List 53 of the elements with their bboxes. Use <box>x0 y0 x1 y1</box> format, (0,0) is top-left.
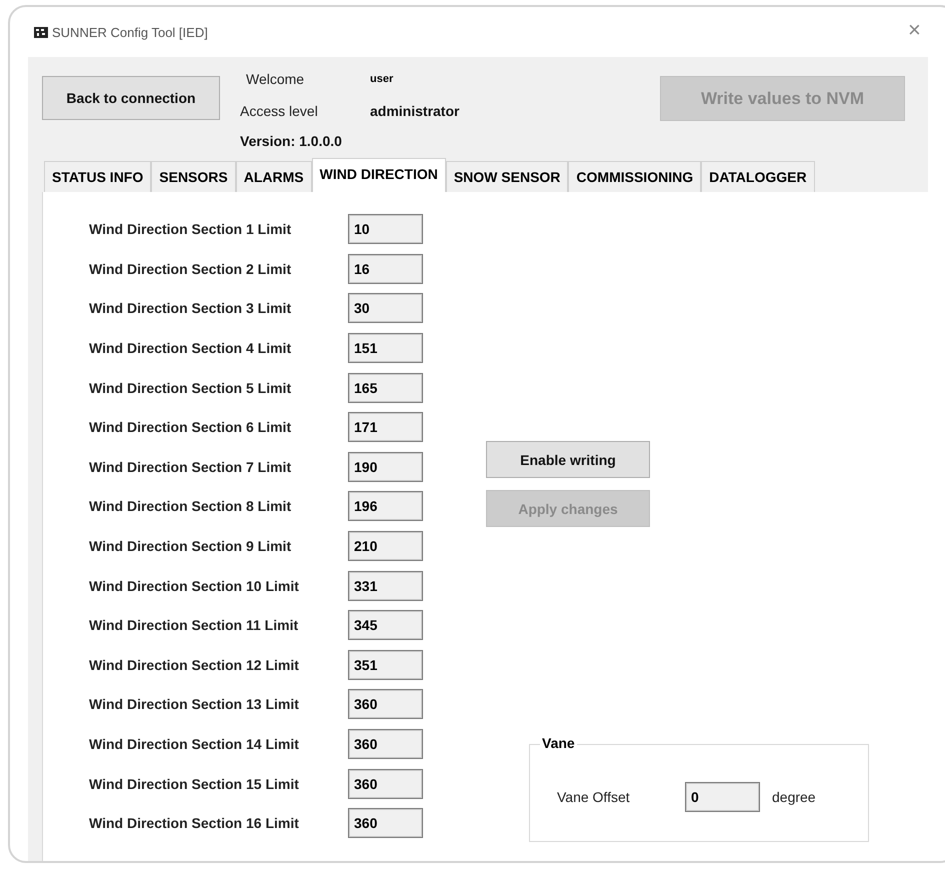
limit-input[interactable]: 360 <box>348 808 423 838</box>
field-label: Wind Direction Section 9 Limit <box>89 538 292 554</box>
user-name: user <box>370 73 394 85</box>
field-label: Wind Direction Section 4 Limit <box>89 340 292 356</box>
field-label: Wind Direction Section 12 Limit <box>89 656 300 673</box>
field-label: Wind Direction Section 11 Limit <box>89 617 300 634</box>
app-icon <box>34 26 48 38</box>
tab[interactable]: WIND DIRECTION <box>312 158 446 192</box>
limit-input[interactable]: 360 <box>348 689 423 720</box>
vane-offset-label: Vane Offset <box>557 789 631 805</box>
field-label: Wind Direction Section 13 Limit <box>89 696 300 712</box>
close-button[interactable]: × <box>908 19 921 41</box>
access-level-value: administrator <box>370 103 460 119</box>
field-label: Wind Direction Section 6 Limit <box>89 419 292 436</box>
field-label: Wind Direction Section 5 Limit <box>89 380 292 396</box>
limit-input[interactable]: 331 <box>348 570 423 601</box>
version-label: Version: 1.0.0.0 <box>240 133 342 149</box>
field-label: Wind Direction Section 3 Limit <box>89 300 292 316</box>
field-label: Wind Direction Section 2 Limit <box>89 260 292 277</box>
limit-input[interactable]: 16 <box>348 254 423 284</box>
window-title: SUNNER Config Tool [IED] <box>52 24 208 40</box>
tab[interactable]: ALARMS <box>236 161 312 192</box>
field-label: Wind Direction Section 8 Limit <box>89 498 292 514</box>
limit-input[interactable]: 360 <box>348 729 423 760</box>
tab[interactable]: SNOW SENSOR <box>446 161 568 192</box>
enable-writing-button[interactable]: Enable writing <box>486 441 650 478</box>
field-label: Wind Direction Section 1 Limit <box>89 221 292 238</box>
tab[interactable]: SENSORS <box>151 161 236 192</box>
limit-input[interactable]: 190 <box>348 452 423 482</box>
limit-input[interactable]: 171 <box>348 412 423 442</box>
limit-input[interactable]: 30 <box>348 293 423 324</box>
limit-input[interactable]: 210 <box>348 531 423 562</box>
vane-offset-input[interactable]: 0 <box>685 782 760 812</box>
limit-input[interactable]: 151 <box>348 333 423 364</box>
unit-label: degree <box>772 789 816 805</box>
access-level-label: Access level <box>240 103 319 119</box>
field-label: Wind Direction Section 15 Limit <box>89 776 300 792</box>
field-label: Wind Direction Section 14 Limit <box>89 736 300 752</box>
back-to-connection-button[interactable]: Back to connection <box>42 76 220 120</box>
field-label: Wind Direction Section 10 Limit <box>89 578 300 594</box>
limit-input[interactable]: 345 <box>348 610 423 640</box>
limit-input[interactable]: 360 <box>348 768 423 799</box>
limit-input[interactable]: 351 <box>348 650 423 680</box>
tab[interactable]: STATUS INFO <box>44 161 152 192</box>
welcome-label: Welcome <box>245 71 306 87</box>
field-label: Wind Direction Section 7 Limit <box>89 458 292 475</box>
limit-input[interactable]: 10 <box>348 214 423 244</box>
limit-input[interactable]: 165 <box>348 372 423 403</box>
limit-input[interactable]: 196 <box>348 491 423 522</box>
group-title: Vane <box>540 735 577 751</box>
tab[interactable]: COMMISSIONING <box>568 161 702 192</box>
field-label: Wind Direction Section 16 Limit <box>89 815 300 832</box>
tab[interactable]: DATALOGGER <box>701 161 815 192</box>
